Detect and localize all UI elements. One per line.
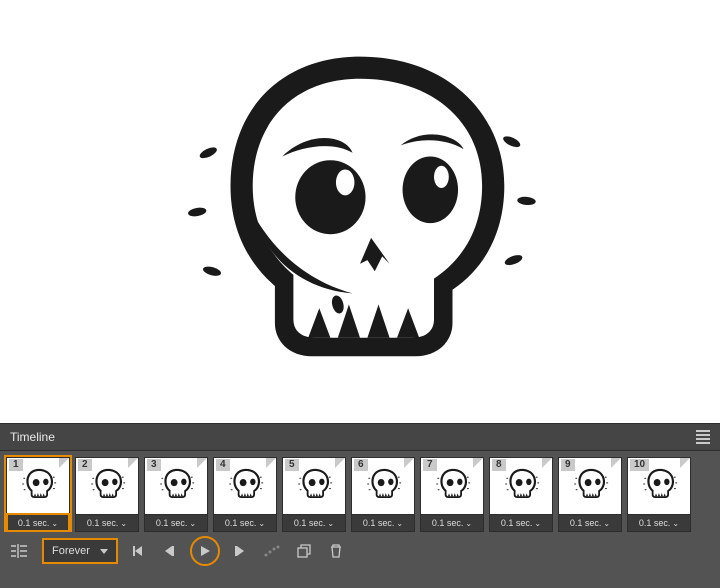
frame-number: 5 <box>285 459 299 471</box>
dogear-icon <box>59 458 69 468</box>
dogear-icon <box>542 458 552 468</box>
frame-delay-dropdown[interactable]: 0.1 sec.⌄ <box>145 514 207 531</box>
frame-number: 3 <box>147 459 161 471</box>
frame-1[interactable]: 1 0.1 sec.⌄ <box>6 457 70 532</box>
timeline-panel: Timeline 10.1 sec.⌄20.1 sec.⌄30.1 sec.⌄4… <box>0 423 720 588</box>
frame-3[interactable]: 3 0.1 sec.⌄ <box>144 457 208 532</box>
frame-thumbnail: 8 <box>490 458 552 514</box>
frame-thumbnail: 5 <box>283 458 345 514</box>
dogear-icon <box>128 458 138 468</box>
frame-thumbnail: 10 <box>628 458 690 514</box>
frame-delay-label: 0.1 sec. <box>87 518 119 528</box>
first-frame-button[interactable] <box>128 540 148 562</box>
frame-7[interactable]: 7 0.1 sec.⌄ <box>420 457 484 532</box>
frame-thumbnail: 6 <box>352 458 414 514</box>
frame-number: 1 <box>9 459 23 471</box>
frame-thumbnail: 2 <box>76 458 138 514</box>
timeline-header: Timeline <box>0 423 720 451</box>
frame-thumbnail: 9 <box>559 458 621 514</box>
chevron-down-icon: ⌄ <box>120 519 127 528</box>
dogear-icon <box>197 458 207 468</box>
frame-9[interactable]: 9 0.1 sec.⌄ <box>558 457 622 532</box>
panel-menu-icon[interactable] <box>696 430 710 444</box>
chevron-down-icon <box>100 549 108 554</box>
frame-thumbnail: 1 <box>7 458 69 514</box>
frame-number: 4 <box>216 459 230 471</box>
canvas-area[interactable] <box>0 0 720 423</box>
chevron-down-icon: ⌄ <box>327 519 334 528</box>
frame-number: 10 <box>630 459 649 471</box>
previous-frame-button[interactable] <box>160 540 180 562</box>
frame-delay-dropdown[interactable]: 0.1 sec.⌄ <box>7 514 69 531</box>
frame-delay-dropdown[interactable]: 0.1 sec.⌄ <box>628 514 690 531</box>
timeline-title: Timeline <box>10 430 55 444</box>
frame-6[interactable]: 6 0.1 sec.⌄ <box>351 457 415 532</box>
frame-thumbnail: 4 <box>214 458 276 514</box>
frame-delay-dropdown[interactable]: 0.1 sec.⌄ <box>283 514 345 531</box>
frame-delay-label: 0.1 sec. <box>501 518 533 528</box>
dogear-icon <box>611 458 621 468</box>
frame-delay-dropdown[interactable]: 0.1 sec.⌄ <box>490 514 552 531</box>
frame-delay-dropdown[interactable]: 0.1 sec.⌄ <box>421 514 483 531</box>
frame-delay-label: 0.1 sec. <box>18 518 50 528</box>
dogear-icon <box>335 458 345 468</box>
frame-delay-label: 0.1 sec. <box>432 518 464 528</box>
timeline-controls: Forever <box>0 532 720 564</box>
duplicate-frame-button[interactable] <box>294 540 314 562</box>
frame-delay-dropdown[interactable]: 0.1 sec.⌄ <box>352 514 414 531</box>
dogear-icon <box>680 458 690 468</box>
frame-delay-dropdown[interactable]: 0.1 sec.⌄ <box>559 514 621 531</box>
loop-dropdown[interactable]: Forever <box>44 540 116 562</box>
frame-number: 6 <box>354 459 368 471</box>
delete-frame-button[interactable] <box>326 540 346 562</box>
frame-delay-dropdown[interactable]: 0.1 sec.⌄ <box>214 514 276 531</box>
frame-delay-label: 0.1 sec. <box>570 518 602 528</box>
convert-timeline-icon[interactable] <box>6 538 32 564</box>
chevron-down-icon: ⌄ <box>534 519 541 528</box>
frame-4[interactable]: 4 0.1 sec.⌄ <box>213 457 277 532</box>
frame-delay-label: 0.1 sec. <box>225 518 257 528</box>
chevron-down-icon: ⌄ <box>51 519 58 528</box>
skull-artwork <box>175 27 545 397</box>
frame-number: 7 <box>423 459 437 471</box>
frame-delay-label: 0.1 sec. <box>639 518 671 528</box>
frame-number: 8 <box>492 459 506 471</box>
dogear-icon <box>404 458 414 468</box>
frame-strip: 10.1 sec.⌄20.1 sec.⌄30.1 sec.⌄40.1 sec.⌄… <box>0 451 720 532</box>
frame-2[interactable]: 2 0.1 sec.⌄ <box>75 457 139 532</box>
chevron-down-icon: ⌄ <box>396 519 403 528</box>
frame-delay-label: 0.1 sec. <box>363 518 395 528</box>
frame-delay-label: 0.1 sec. <box>156 518 188 528</box>
chevron-down-icon: ⌄ <box>465 519 472 528</box>
frame-delay-dropdown[interactable]: 0.1 sec.⌄ <box>76 514 138 531</box>
play-button[interactable] <box>192 538 218 564</box>
dogear-icon <box>266 458 276 468</box>
frame-thumbnail: 7 <box>421 458 483 514</box>
frame-number: 2 <box>78 459 92 471</box>
frame-8[interactable]: 8 0.1 sec.⌄ <box>489 457 553 532</box>
dogear-icon <box>473 458 483 468</box>
next-frame-button[interactable] <box>230 540 250 562</box>
frame-delay-label: 0.1 sec. <box>294 518 326 528</box>
chevron-down-icon: ⌄ <box>189 519 196 528</box>
loop-value: Forever <box>52 545 90 557</box>
frame-number: 9 <box>561 459 575 471</box>
frame-5[interactable]: 5 0.1 sec.⌄ <box>282 457 346 532</box>
chevron-down-icon: ⌄ <box>672 519 679 528</box>
frame-thumbnail: 3 <box>145 458 207 514</box>
frame-10[interactable]: 10 0.1 sec.⌄ <box>627 457 691 532</box>
chevron-down-icon: ⌄ <box>603 519 610 528</box>
tween-button[interactable] <box>262 540 282 562</box>
chevron-down-icon: ⌄ <box>258 519 265 528</box>
